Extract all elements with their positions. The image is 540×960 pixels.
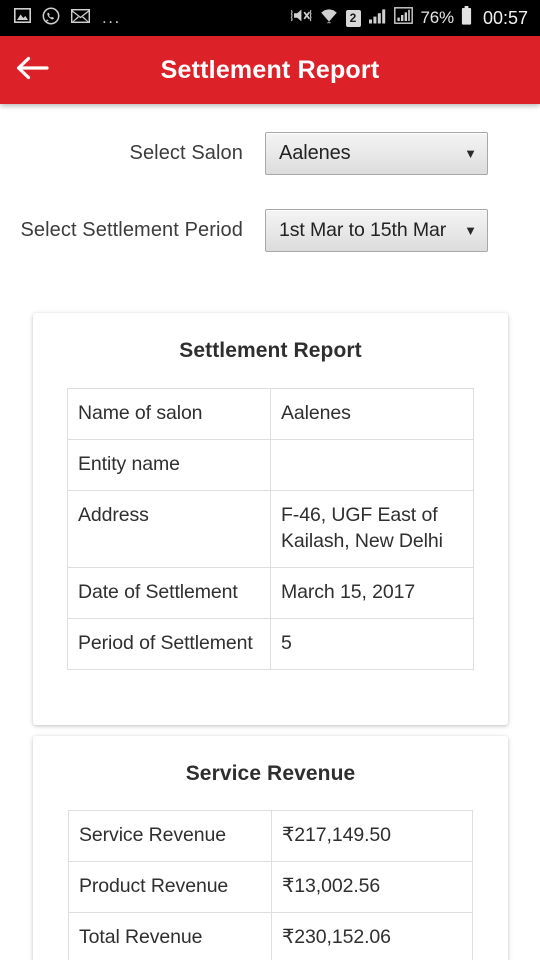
table-row: Name of salon Aalenes <box>67 388 474 440</box>
table-row: Period of Settlement 5 <box>67 617 474 670</box>
row-label: Name of salon <box>67 388 271 440</box>
image-icon <box>14 8 31 28</box>
row-label: Product Revenue <box>68 860 272 913</box>
row-label: Period of Settlement <box>67 617 271 670</box>
salon-dropdown[interactable]: Aalenes ▼ <box>265 132 488 175</box>
signal-icon <box>368 8 387 29</box>
chevron-down-icon: ▼ <box>464 146 477 161</box>
revenue-card-title: Service Revenue <box>185 762 356 785</box>
row-label: Entity name <box>67 438 271 491</box>
table-row: Service Revenue ₹217,149.50 <box>68 810 473 862</box>
app-bar: Settlement Report <box>0 36 540 104</box>
status-overflow-dots: ... <box>102 8 121 27</box>
table-row: Date of Settlement March 15, 2017 <box>67 566 474 619</box>
table-row: Address F-46, UGF East of Kailash, New D… <box>67 489 474 568</box>
page-title: Settlement Report <box>160 55 380 84</box>
settlement-details-table: Name of salon Aalenes Entity name Addres… <box>67 388 474 670</box>
select-period-row: Select Settlement Period 1st Mar to 15th… <box>0 209 540 252</box>
row-value: Aalenes <box>270 388 474 440</box>
row-label: Address <box>67 489 271 568</box>
salon-dropdown-value: Aalenes <box>279 142 351 164</box>
select-salon-row: Select Salon Aalenes ▼ <box>0 132 540 175</box>
row-value: ₹217,149.50 <box>271 810 473 862</box>
select-salon-label: Select Salon <box>129 142 243 164</box>
content-area: Select Salon Aalenes ▼ Select Settlement… <box>0 132 540 960</box>
service-revenue-card: Service Revenue Service Revenue ₹217,149… <box>33 736 508 960</box>
battery-percent-label: 76% <box>420 8 455 27</box>
row-value: 5 <box>270 617 474 670</box>
wifi-icon <box>319 7 339 29</box>
table-row: Product Revenue ₹13,002.56 <box>68 860 473 913</box>
mute-icon <box>290 7 312 29</box>
row-value: F-46, UGF East of Kailash, New Delhi <box>270 489 474 568</box>
status-bar-system: 2 76% 00:57 <box>290 6 528 30</box>
table-row: Total Revenue ₹230,152.06 <box>68 911 473 960</box>
period-dropdown-value: 1st Mar to 15th Mar <box>279 219 447 241</box>
revenue-table: Service Revenue ₹217,149.50 Product Reve… <box>68 810 473 960</box>
settlement-report-card: Settlement Report Name of salon Aalenes … <box>33 313 508 725</box>
status-bar: ... 2 76% 00:57 <box>0 0 540 36</box>
row-value: March 15, 2017 <box>270 566 474 619</box>
row-value <box>270 438 474 491</box>
table-row: Entity name <box>67 438 474 491</box>
whatsapp-icon <box>42 7 60 30</box>
settlement-card-title: Settlement Report <box>179 339 362 362</box>
row-value: ₹230,152.06 <box>271 911 473 960</box>
battery-icon <box>461 6 472 30</box>
clock-label: 00:57 <box>482 7 528 28</box>
row-label: Total Revenue <box>68 911 272 960</box>
signal-2-icon <box>393 7 413 29</box>
status-bar-notifications: ... <box>14 7 290 30</box>
row-label: Date of Settlement <box>67 566 271 619</box>
row-label: Service Revenue <box>68 810 272 862</box>
sim-icon: 2 <box>345 9 361 27</box>
chevron-down-icon: ▼ <box>464 223 477 238</box>
row-value: ₹13,002.56 <box>271 860 473 913</box>
period-dropdown[interactable]: 1st Mar to 15th Mar ▼ <box>265 209 488 252</box>
mail-icon <box>70 8 91 28</box>
select-period-label: Select Settlement Period <box>20 219 243 241</box>
